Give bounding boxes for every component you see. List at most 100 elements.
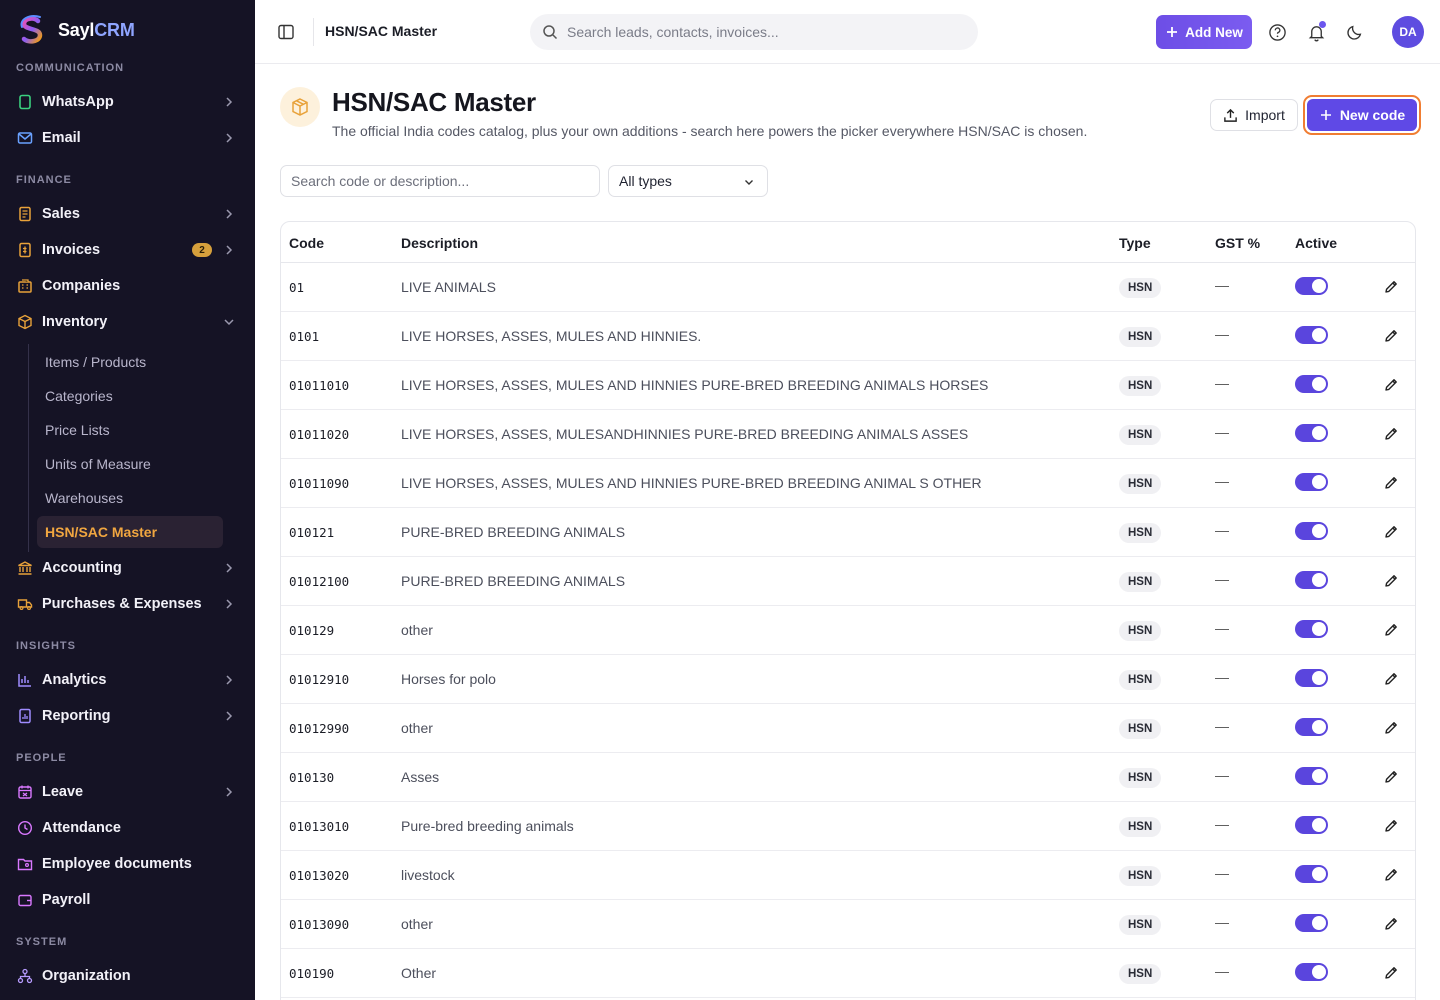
table-row[interactable]: 01012990 other HSN — [281, 704, 1415, 753]
sidebar-item-accounting[interactable]: Accounting [8, 552, 246, 584]
cell-gst: — [1215, 718, 1229, 734]
global-search[interactable] [530, 14, 978, 50]
sidebar-item-reporting[interactable]: Reporting [8, 700, 246, 732]
add-new-button[interactable]: Add New [1156, 15, 1252, 49]
pencil-icon[interactable] [1383, 328, 1399, 344]
pencil-icon[interactable] [1383, 377, 1399, 393]
pencil-icon[interactable] [1383, 524, 1399, 540]
active-toggle[interactable] [1295, 424, 1328, 442]
sidebar-subitem-price-lists[interactable]: Price Lists [37, 414, 223, 446]
import-button[interactable]: Import [1210, 99, 1298, 131]
pencil-icon[interactable] [1383, 279, 1399, 295]
active-toggle[interactable] [1295, 277, 1328, 295]
active-toggle[interactable] [1295, 816, 1328, 834]
cell-description: Pure-bred breeding animals [401, 818, 574, 834]
table-row[interactable]: 01012100 PURE-BRED BREEDING ANIMALS HSN — [281, 557, 1415, 606]
table-row[interactable]: 01011020 LIVE HORSES, ASSES, MULESANDHINN… [281, 410, 1415, 459]
table-row[interactable]: 01011090 LIVE HORSES, ASSES, MULES AND HI… [281, 459, 1415, 508]
code-search-input[interactable] [280, 165, 600, 197]
table-row[interactable]: 01011010 LIVE HORSES, ASSES, MULES AND HI… [281, 361, 1415, 410]
col-description[interactable]: Description [401, 235, 478, 251]
pencil-icon[interactable] [1383, 720, 1399, 736]
sidebar-item-purchases[interactable]: Purchases & Expenses [8, 588, 246, 620]
sidebar-item-leave[interactable]: Leave [8, 776, 246, 808]
sidebar-subitem-categories[interactable]: Categories [37, 380, 223, 412]
user-avatar[interactable]: DA [1392, 16, 1424, 48]
brand[interactable]: SaylCRM [16, 14, 135, 46]
table-row[interactable]: 010129 other HSN — [281, 606, 1415, 655]
sidebar-item-employee-documents[interactable]: Employee documents [8, 848, 246, 880]
topbar-divider [313, 18, 314, 46]
sidebar-item-payroll[interactable]: Payroll [8, 884, 246, 916]
active-toggle[interactable] [1295, 669, 1328, 687]
sidebar-item-invoices[interactable]: Invoices 2 [8, 234, 246, 266]
new-code-button[interactable]: New code [1303, 95, 1421, 135]
active-toggle[interactable] [1295, 963, 1328, 981]
col-type[interactable]: Type [1119, 235, 1151, 251]
sidebar-item-attendance[interactable]: Attendance [8, 812, 246, 844]
toggle-knob [1312, 818, 1326, 832]
pencil-icon[interactable] [1383, 769, 1399, 785]
sidebar-item-inventory[interactable]: Inventory [8, 306, 246, 338]
active-toggle[interactable] [1295, 865, 1328, 883]
active-toggle[interactable] [1295, 375, 1328, 393]
table-row[interactable]: 01013090 other HSN — [281, 900, 1415, 949]
col-active[interactable]: Active [1295, 235, 1337, 251]
active-toggle[interactable] [1295, 326, 1328, 344]
pencil-icon[interactable] [1383, 622, 1399, 638]
sidebar-subitem-units[interactable]: Units of Measure [37, 448, 223, 480]
calendar-x-icon [16, 783, 34, 801]
table-row[interactable]: 010130 Asses HSN — [281, 753, 1415, 802]
table-row[interactable]: 01013020 livestock HSN — [281, 851, 1415, 900]
sidebar-item-companies[interactable]: Companies [8, 270, 246, 302]
table-row[interactable]: 0101 LIVE HORSES, ASSES, MULES AND HINNIE… [281, 312, 1415, 361]
table-row[interactable]: 010190 Other HSN — [281, 949, 1415, 998]
cell-description: LIVE HORSES, ASSES, MULES AND HINNIES PU… [401, 475, 982, 491]
active-toggle[interactable] [1295, 620, 1328, 638]
sidebar-item-label: Purchases & Expenses [42, 596, 202, 612]
table-row[interactable]: 010121 PURE-BRED BREEDING ANIMALS HSN — [281, 508, 1415, 557]
active-toggle[interactable] [1295, 571, 1328, 589]
pencil-icon[interactable] [1383, 426, 1399, 442]
submenu-guide-line [28, 344, 29, 552]
sidebar-item-analytics[interactable]: Analytics [8, 664, 246, 696]
sidebar-subitem-warehouses[interactable]: Warehouses [37, 482, 223, 514]
moon-icon[interactable] [1344, 21, 1366, 43]
type-badge: HSN [1119, 915, 1162, 935]
table-row[interactable]: 01012910 Horses for polo HSN — [281, 655, 1415, 704]
active-toggle[interactable] [1295, 914, 1328, 932]
sidebar-item-organization[interactable]: Organization [8, 960, 246, 992]
pencil-icon[interactable] [1383, 916, 1399, 932]
active-toggle[interactable] [1295, 473, 1328, 491]
active-toggle[interactable] [1295, 522, 1328, 540]
pencil-icon[interactable] [1383, 475, 1399, 491]
pencil-icon[interactable] [1383, 671, 1399, 687]
col-gst[interactable]: GST % [1215, 235, 1260, 251]
global-search-input[interactable] [567, 24, 947, 40]
brand-name: SaylCRM [58, 20, 135, 41]
type-filter-select[interactable]: All types [608, 165, 768, 197]
toggle-knob [1312, 965, 1326, 979]
table-row[interactable]: 01013010 Pure-bred breeding animals HSN — [281, 802, 1415, 851]
pencil-icon[interactable] [1383, 573, 1399, 589]
section-communication: COMMUNICATION [16, 62, 125, 74]
pencil-icon[interactable] [1383, 867, 1399, 883]
cell-description: other [401, 720, 433, 736]
sidebar-toggle-icon[interactable] [277, 23, 295, 41]
new-code-label: New code [1339, 107, 1406, 123]
sidebar-subitem-items-products[interactable]: Items / Products [37, 346, 223, 378]
sidebar-item-whatsapp[interactable]: WhatsApp [8, 86, 246, 118]
col-code[interactable]: Code [289, 235, 324, 251]
sidebar-item-sales[interactable]: Sales [8, 198, 246, 230]
active-toggle[interactable] [1295, 718, 1328, 736]
active-toggle[interactable] [1295, 767, 1328, 785]
pencil-icon[interactable] [1383, 965, 1399, 981]
sidebar-subitem-hsn-sac[interactable]: HSN/SAC Master [37, 516, 223, 548]
section-finance: FINANCE [16, 174, 72, 186]
pencil-icon[interactable] [1383, 818, 1399, 834]
sidebar-item-email[interactable]: Email [8, 122, 246, 154]
help-icon[interactable] [1266, 21, 1288, 43]
table-row[interactable]: 01 LIVE ANIMALS HSN — [281, 263, 1415, 312]
cell-code: 01 [289, 280, 305, 295]
bell-icon[interactable] [1305, 21, 1327, 43]
